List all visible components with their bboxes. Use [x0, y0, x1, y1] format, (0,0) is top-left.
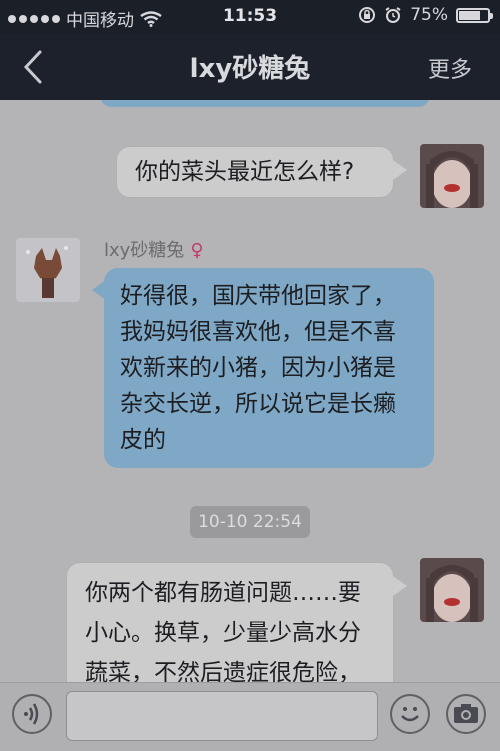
bubble-tail: [393, 576, 407, 596]
camera-button[interactable]: [446, 694, 486, 734]
message-line: 好得很，国庆带他回家了，: [120, 283, 396, 309]
input-bar: [0, 682, 500, 751]
more-button[interactable]: 更多: [428, 52, 472, 84]
nav-bar: lxy砂糖兔 更多: [0, 34, 500, 100]
message-line: 小心。换草，少量少高水分: [85, 620, 361, 646]
emoji-button[interactable]: [390, 694, 430, 734]
smiley-icon: [401, 707, 419, 722]
battery-percent: 75%: [410, 5, 448, 25]
bubble-tail: [393, 160, 407, 180]
my-avatar[interactable]: [420, 144, 484, 208]
message-line: 蔬菜，不然后遗症很危险，: [85, 660, 361, 682]
message-text: 你的菜头最近怎么样?: [135, 159, 355, 185]
message-line: 杂交长逆，所以说它是长癞: [120, 391, 396, 417]
status-bar: 中国移动 11:53 75%: [0, 0, 500, 34]
battery-icon: [456, 7, 493, 23]
message-input[interactable]: [66, 691, 378, 741]
alarm-icon: [385, 7, 401, 23]
message-line: 我妈妈很喜欢他，但是不喜: [120, 319, 396, 345]
contact-avatar[interactable]: [16, 238, 80, 302]
orientation-lock-icon: [359, 7, 376, 23]
chat-area[interactable]: 你的菜头最近怎么样? lxy砂糖兔 ♀ 好得很，国庆带他回家了， 我妈妈很喜欢他，…: [0, 100, 500, 682]
timestamp: 10-10 22:54: [190, 506, 310, 538]
voice-icon: [24, 703, 39, 725]
status-right-group: 75%: [358, 5, 493, 25]
female-icon: ♀: [190, 240, 204, 261]
battery-fill: [459, 10, 480, 20]
incoming-message-bubble[interactable]: 好得很，国庆带他回家了， 我妈妈很喜欢他，但是不喜 欢新来的小猪，因为小猪是 杂…: [104, 268, 434, 468]
outgoing-message-bubble[interactable]: 你两个都有肠道问题……要 小心。换草，少量少高水分 蔬菜，不然后遗症很危险，: [66, 562, 394, 682]
message-line: 皮的: [120, 427, 166, 453]
my-avatar[interactable]: [420, 558, 484, 622]
voice-button[interactable]: [12, 694, 52, 734]
message-line: 你两个都有肠道问题……要: [85, 580, 361, 606]
message-line: 欢新来的小猪，因为小猪是: [120, 355, 396, 381]
outgoing-message-bubble[interactable]: 你的菜头最近怎么样?: [116, 146, 394, 198]
chat-title: lxy砂糖兔: [189, 54, 311, 84]
previous-message-bubble[interactable]: [100, 100, 430, 107]
sender-name: lxy砂糖兔 ♀: [104, 236, 204, 262]
sender-name-text: lxy砂糖兔: [104, 240, 185, 261]
camera-icon: [454, 704, 478, 723]
